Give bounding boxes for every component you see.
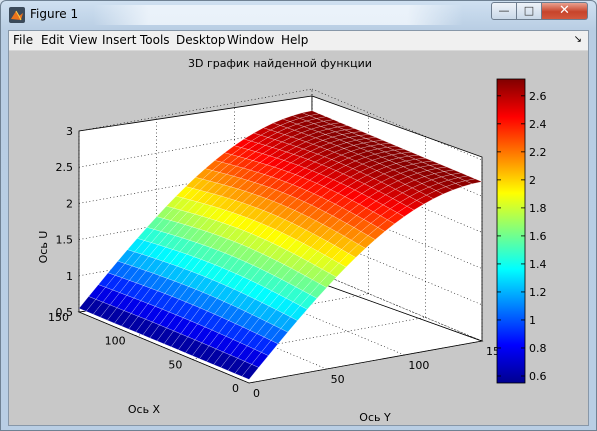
minimize-button[interactable]: —	[491, 2, 517, 20]
x-axis-label: Ось X	[128, 403, 161, 416]
colorbar-tick-label: 2	[529, 174, 536, 187]
y-tick-label: 100	[408, 359, 429, 372]
minimize-icon: —	[498, 4, 510, 17]
colorbar-tick-label: 1.8	[529, 202, 547, 215]
menu-tools[interactable]: Tools	[140, 33, 170, 47]
z-tick-label: 2.5	[56, 161, 74, 174]
menu-bar: File Edit View Insert Tools Desktop Wind…	[9, 31, 588, 51]
x-tick-label: 0	[232, 382, 239, 395]
z-tick-label: 1.5	[56, 234, 74, 247]
colorbar-tick-label: 1	[529, 314, 536, 327]
chart-title: 3D график найденной функции	[188, 57, 372, 70]
maximize-button[interactable]: □	[517, 2, 542, 20]
plot-area: 3D график найденной функции 0.511.522.53…	[37, 57, 547, 424]
menu-view[interactable]: View	[69, 33, 97, 47]
menu-window[interactable]: Window	[227, 33, 274, 47]
colorbar-tick-label: 1.4	[529, 258, 547, 271]
y-tick-label: 50	[331, 373, 345, 386]
z-tick-label: 3	[66, 125, 73, 138]
x-tick-label: 100	[105, 335, 126, 348]
colorbar-tick-label: 2.2	[529, 146, 547, 159]
colorbar-tick-label: 1.6	[529, 230, 547, 243]
close-button[interactable]: ✕	[542, 2, 588, 20]
menu-edit[interactable]: Edit	[41, 33, 64, 47]
x-tick-label: 150	[48, 311, 69, 324]
menu-help[interactable]: Help	[281, 33, 308, 47]
colorbar-tick-label: 0.6	[529, 370, 547, 383]
z-tick-label: 2	[66, 197, 73, 210]
close-icon: ✕	[559, 3, 570, 18]
colorbar-tick-label: 2.6	[529, 90, 547, 103]
menu-file[interactable]: File	[13, 33, 33, 47]
dock-arrow-icon[interactable]: ↘	[574, 34, 582, 45]
colorbar-tick-label: 1.2	[529, 286, 547, 299]
colorbar-tick-label: 2.4	[529, 118, 547, 131]
maximize-icon: □	[523, 4, 535, 17]
matlab-icon	[9, 7, 25, 23]
window-title: Figure 1	[30, 7, 79, 21]
y-tick-label: 0	[253, 387, 260, 400]
colorbar-tick-label: 0.8	[529, 342, 547, 355]
colorbar	[496, 78, 526, 384]
menu-desktop[interactable]: Desktop	[176, 33, 226, 47]
y-axis-label: Ось Y	[359, 411, 391, 424]
x-tick-label: 50	[168, 358, 182, 371]
z-axis-label: Ось U	[37, 231, 50, 264]
figure-window: Figure 1 — □ ✕ File Edit View Insert Too…	[0, 0, 597, 431]
menu-insert[interactable]: Insert	[102, 33, 136, 47]
title-bar-blur	[93, 5, 463, 25]
figure-client-area: File Edit View Insert Tools Desktop Wind…	[8, 30, 589, 426]
z-tick-label: 1	[66, 270, 73, 283]
